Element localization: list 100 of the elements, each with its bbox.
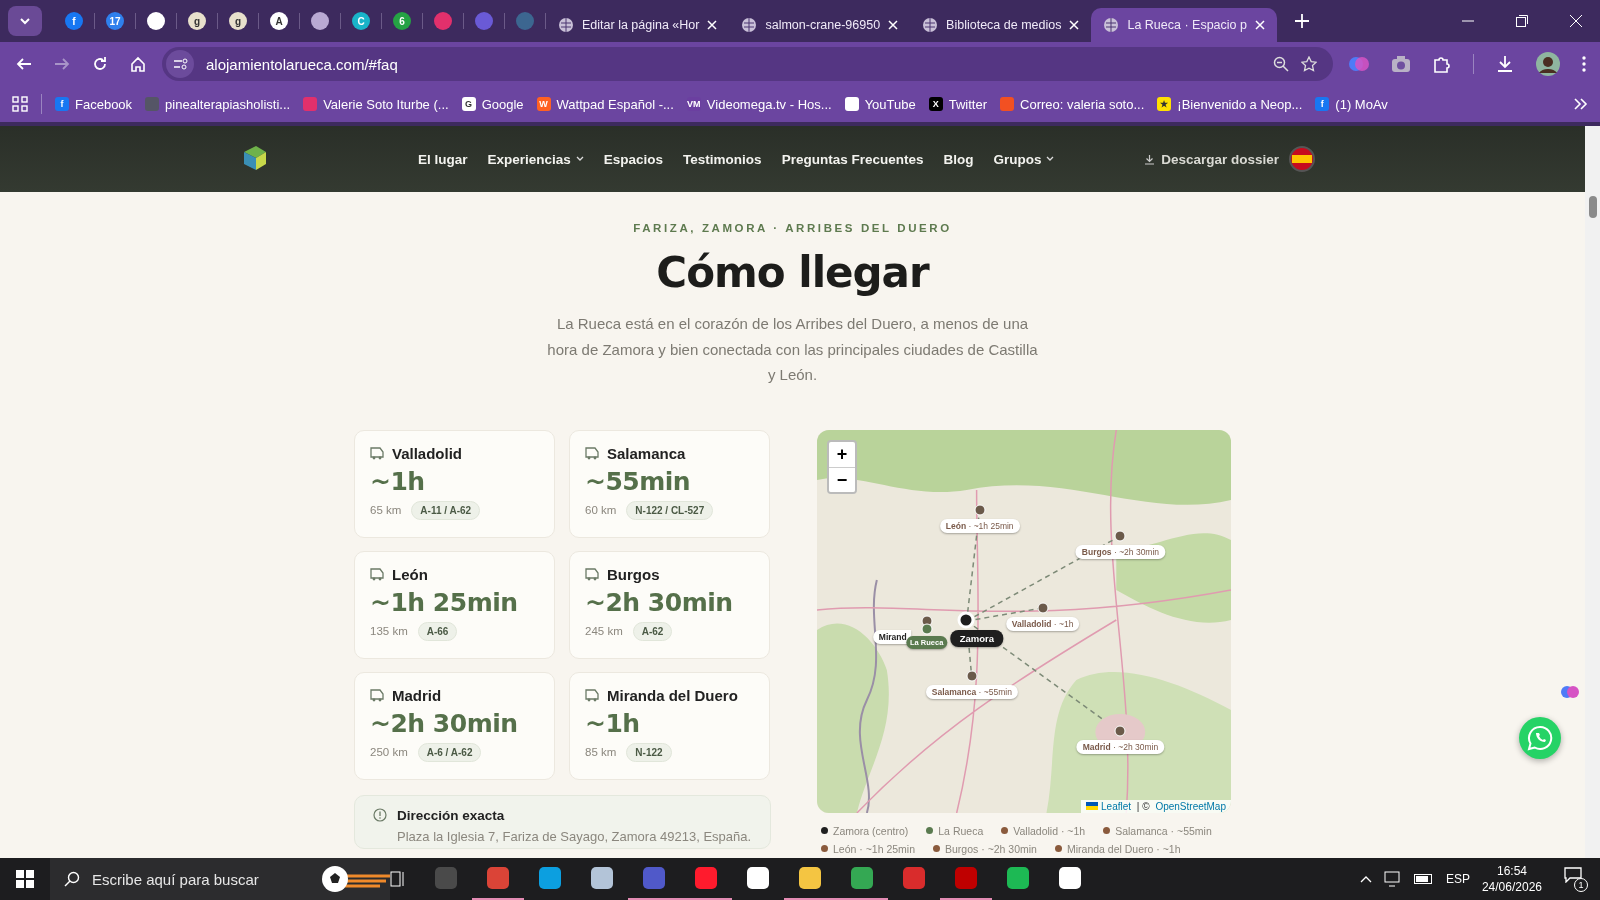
browser-tab[interactable]: Biblioteca de medios (910, 8, 1092, 42)
car-icon (370, 567, 384, 581)
extension-icon[interactable] (1561, 683, 1579, 701)
spain-flag-icon[interactable] (1289, 146, 1315, 172)
distance-text: 250 km (370, 746, 408, 758)
language-indicator[interactable]: ESP (1445, 872, 1470, 886)
nav-link[interactable]: Blog (943, 151, 974, 167)
car-icon (585, 446, 599, 460)
openstreetmap-link[interactable]: OpenStreetMap (1155, 800, 1226, 812)
nav-link[interactable]: Preguntas Frecuentes (781, 151, 924, 167)
travel-time: ~2h 30min (370, 708, 519, 738)
profile-avatar-icon[interactable] (1536, 52, 1560, 76)
network-icon[interactable] (1383, 871, 1402, 887)
travel-time: ~1h 25min (370, 587, 519, 617)
close-icon[interactable] (1254, 20, 1265, 30)
chevron-double-right-icon[interactable] (1574, 98, 1588, 110)
legend-label: Burgos · ~2h 30min (945, 842, 1037, 855)
road-tag: N-122 (626, 742, 672, 762)
reload-icon[interactable] (92, 56, 108, 72)
map-marker[interactable] (966, 670, 978, 682)
info-icon (373, 807, 387, 822)
travel-time: ~1h (370, 466, 426, 496)
bookmark-link[interactable]: G Google (461, 96, 524, 112)
tab-search-button[interactable] (8, 6, 42, 36)
bookmark-link[interactable]: X Twitter (928, 96, 987, 112)
scrollbar-thumb[interactable] (1588, 196, 1597, 218)
browser-tab[interactable]: La Rueca · Espacio p (1091, 8, 1277, 42)
distance-text: 135 km (370, 625, 408, 637)
address-text: Plaza la Iglesia 7, Fariza de Sayago, Zamora 49213, España. (397, 828, 752, 844)
map-label: Zamora (950, 630, 1004, 648)
nav-link[interactable]: Espacios (603, 151, 664, 167)
close-icon[interactable] (1570, 15, 1582, 27)
bookmark-link[interactable]: Correo: valeria soto... (1000, 96, 1145, 112)
zoom-icon[interactable] (1273, 56, 1289, 72)
nav-link[interactable]: El lugar (418, 151, 468, 167)
city-name: Burgos (607, 565, 660, 583)
map-label: Madrid · ~2h 30min (1076, 740, 1165, 755)
taskbar-search-field[interactable]: Escribe aquí para buscar (50, 858, 390, 900)
bookmark-link[interactable]: f (1) MoAv (1315, 96, 1388, 112)
travel-time: ~1h (585, 708, 641, 738)
distance-text: 85 km (585, 746, 617, 758)
leaflet-link[interactable]: Leaflet (1101, 800, 1132, 812)
address-bar[interactable]: alojamientolarueca.com/#faq (162, 47, 1333, 81)
more-icon[interactable] (1582, 56, 1586, 72)
bookmark-link[interactable]: f Facebook (55, 96, 133, 112)
pinned-tab-icon[interactable]: 17 (106, 12, 124, 30)
map-marker[interactable] (1037, 602, 1049, 614)
bookmark-link[interactable]: Valerie Soto Iturbe (... (303, 96, 449, 112)
pinned-tab-icon[interactable] (147, 12, 165, 30)
nav-link[interactable]: Grupos (993, 151, 1055, 167)
puzzle-icon[interactable] (1433, 55, 1451, 73)
restore-icon[interactable] (1516, 15, 1528, 27)
close-icon[interactable] (888, 20, 899, 30)
zoom-in-button[interactable]: + (829, 441, 855, 467)
map-label: Mirand (872, 630, 911, 644)
task-view-icon[interactable] (390, 871, 406, 887)
browser-tab[interactable]: salmon-crane-96950 (729, 8, 911, 42)
windows-start-icon[interactable] (16, 870, 34, 888)
back-icon[interactable] (16, 56, 32, 72)
bookmark-link[interactable]: YouTube (844, 96, 916, 112)
bookmark-link[interactable]: W Wattpad Español -... (536, 96, 674, 112)
star-icon[interactable] (1301, 56, 1317, 72)
pinned-tab-icon[interactable]: g (229, 12, 247, 30)
section-eyebrow: FARIZA, ZAMORA · ARRIBES DEL DUERO (633, 222, 952, 234)
pinned-tab-icon[interactable] (311, 12, 329, 30)
close-icon[interactable] (1069, 20, 1080, 30)
map-marker[interactable] (1114, 530, 1126, 542)
pinned-tab-icon[interactable]: g (188, 12, 206, 30)
bookmark-link[interactable]: ★ ¡Bienvenido a Neop... (1157, 96, 1303, 112)
soccer-ball-icon (320, 864, 390, 894)
camera-icon[interactable] (1391, 55, 1411, 73)
map-marker[interactable] (1114, 725, 1126, 737)
nav-link[interactable]: Testimonios (683, 151, 762, 167)
pinned-tab-icon[interactable]: f (65, 12, 83, 30)
battery-icon[interactable] (1413, 874, 1434, 884)
city-name: Madrid (392, 686, 442, 704)
download-icon[interactable] (1496, 55, 1514, 73)
browser-tab[interactable]: Editar la página «Hor (546, 8, 730, 42)
close-icon[interactable] (707, 20, 718, 30)
zoom-out-button[interactable]: − (829, 466, 855, 492)
road-tag: A-11 / A-62 (411, 500, 481, 520)
chevron-up-icon[interactable] (1359, 875, 1372, 883)
forward-icon[interactable] (54, 56, 70, 72)
notification-button[interactable]: 1 (1564, 866, 1588, 892)
car-icon (585, 567, 599, 581)
pinned-tab-icon[interactable]: A (270, 12, 288, 30)
nav-link[interactable]: Experiencias (487, 151, 584, 167)
ukraine-flag-icon (1086, 802, 1099, 810)
download-link[interactable]: Descargar dossier (1144, 151, 1279, 167)
bookmark-link[interactable]: pinealterapiasholisti... (145, 96, 291, 112)
chat-icon (1564, 866, 1582, 883)
page-title: Cómo llegar (656, 248, 929, 297)
apps-grid-icon[interactable] (12, 96, 28, 112)
map-marker[interactable] (974, 504, 986, 516)
home-icon[interactable] (130, 56, 146, 72)
bookmark-link[interactable]: VM Videomega.tv - Hos... (686, 96, 832, 112)
site-settings-icon[interactable] (166, 50, 194, 78)
clock[interactable]: 16:54 24/06/2026 (1481, 863, 1542, 895)
map-marker[interactable] (921, 623, 933, 635)
new-tab-icon[interactable] (1294, 14, 1309, 28)
